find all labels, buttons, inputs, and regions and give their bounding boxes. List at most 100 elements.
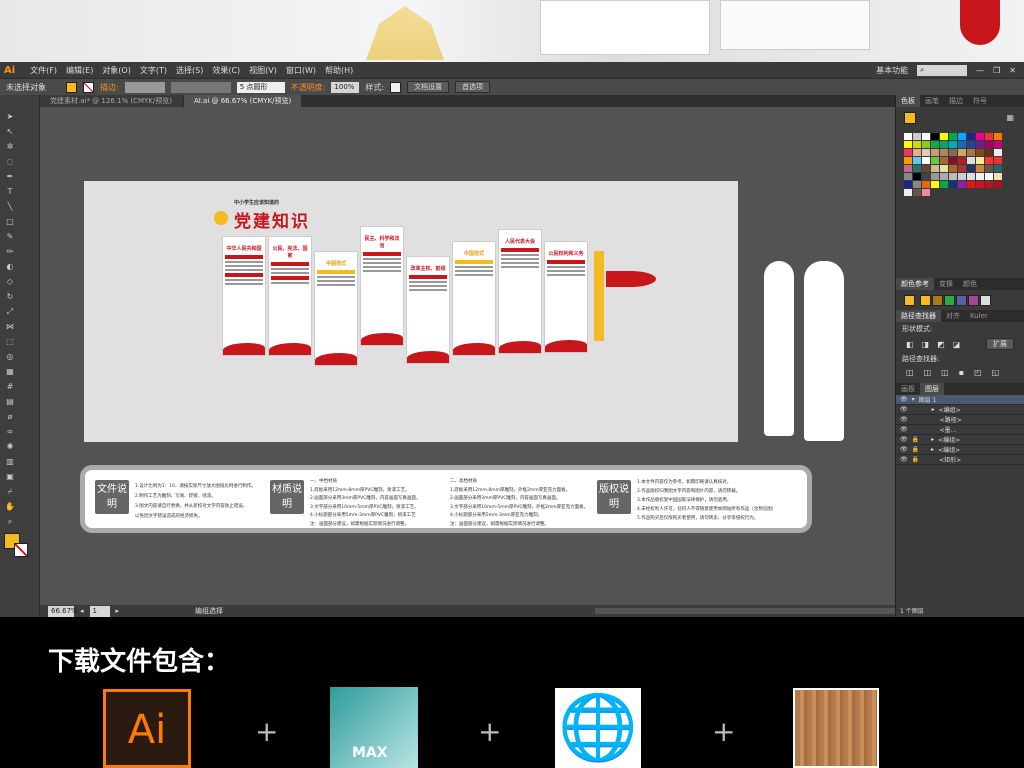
color-swatch[interactable]	[913, 181, 921, 188]
color-swatch[interactable]	[976, 181, 984, 188]
color-swatch[interactable]	[904, 189, 912, 196]
color-swatch[interactable]	[994, 141, 1002, 148]
workspace-switcher[interactable]: 基本功能	[876, 65, 908, 76]
color-swatch[interactable]	[967, 165, 975, 172]
tab-stroke[interactable]: 描边	[944, 95, 968, 107]
document-setup-button[interactable]: 文档设置	[407, 81, 450, 93]
color-swatch[interactable]	[958, 133, 966, 140]
gradient-tool-icon[interactable]: ▤	[3, 396, 17, 407]
menu-edit[interactable]: 编辑(E)	[66, 65, 93, 76]
mesh-tool-icon[interactable]: #	[3, 381, 17, 392]
close-button[interactable]: ✕	[1009, 66, 1016, 75]
color-swatch[interactable]	[976, 141, 984, 148]
layer-row[interactable]: 👁 <路径>	[896, 415, 1024, 425]
layer-row[interactable]: 👁 <墨...	[896, 425, 1024, 435]
outline-icon[interactable]: ◰	[974, 368, 982, 377]
color-swatch[interactable]	[976, 157, 984, 164]
swatch-grid[interactable]	[896, 131, 1024, 198]
stroke-weight-field[interactable]	[124, 81, 165, 93]
color-swatch[interactable]	[958, 157, 966, 164]
brush-tool-icon[interactable]: ✎	[3, 231, 17, 242]
crop-icon[interactable]: ▪	[959, 368, 964, 377]
opacity-field[interactable]: 100%	[331, 81, 360, 93]
direct-selection-tool-icon[interactable]: ↖	[3, 126, 17, 137]
scale-tool-icon[interactable]: ⤢	[3, 306, 17, 317]
shape-builder-tool-icon[interactable]: ◎	[3, 351, 17, 362]
color-swatch[interactable]	[940, 165, 948, 172]
eraser-tool-icon[interactable]: ◇	[3, 276, 17, 287]
color-swatch[interactable]	[985, 181, 993, 188]
color-swatch[interactable]	[958, 173, 966, 180]
color-swatch[interactable]	[931, 149, 939, 156]
color-swatch[interactable]	[949, 165, 957, 172]
tab-transform[interactable]: 变换	[934, 278, 958, 290]
color-swatch[interactable]	[940, 141, 948, 148]
layer-row[interactable]: 👁 ▾ 图层 1	[896, 395, 1024, 405]
lasso-tool-icon[interactable]: ◌	[3, 156, 17, 167]
color-swatch[interactable]	[940, 157, 948, 164]
symbol-sprayer-tool-icon[interactable]: ✺	[3, 441, 17, 452]
menu-view[interactable]: 视图(V)	[249, 65, 277, 76]
trim-icon[interactable]: ◫	[924, 368, 932, 377]
color-swatch[interactable]	[994, 173, 1002, 180]
brush-select[interactable]: 5 点圆形	[236, 81, 285, 93]
color-swatch[interactable]	[913, 189, 921, 196]
blend-tool-icon[interactable]: ∞	[3, 426, 17, 437]
menu-help[interactable]: 帮助(H)	[325, 65, 353, 76]
artboard-tool-icon[interactable]: ▣	[3, 471, 17, 482]
color-swatch[interactable]	[994, 181, 1002, 188]
rectangle-tool-icon[interactable]: □	[3, 216, 17, 227]
color-swatch[interactable]	[904, 165, 912, 172]
slice-tool-icon[interactable]: ⌿	[3, 486, 17, 497]
zoom-field[interactable]: 66.67%	[48, 605, 78, 617]
color-swatch[interactable]	[904, 173, 912, 180]
menu-select[interactable]: 选择(S)	[176, 65, 203, 76]
color-swatch[interactable]	[985, 157, 993, 164]
layer-row[interactable]: 👁 🔒 ▸ <编组>	[896, 445, 1024, 455]
tab-symbols[interactable]: 符号	[968, 95, 992, 107]
color-swatch[interactable]	[904, 149, 912, 156]
graph-tool-icon[interactable]: ▥	[3, 456, 17, 467]
artboard[interactable]: 中小学生应该知道的 党建知识 中华人民共和国 公民、宪法、国家 中国范式 民主、…	[84, 181, 844, 442]
color-swatch[interactable]	[949, 173, 957, 180]
fill-swatch[interactable]	[66, 81, 77, 93]
eyedropper-tool-icon[interactable]: ⌀	[3, 411, 17, 422]
color-swatch[interactable]	[922, 173, 930, 180]
color-swatch[interactable]	[922, 157, 930, 164]
hand-tool-icon[interactable]: ✋	[3, 501, 17, 512]
rotate-tool-icon[interactable]: ↻	[3, 291, 17, 302]
minus-front-icon[interactable]: ◨	[922, 340, 930, 349]
color-swatch[interactable]	[940, 173, 948, 180]
type-tool-icon[interactable]: T	[3, 186, 17, 197]
selection-tool-icon[interactable]: ➤	[3, 111, 17, 122]
color-swatch[interactable]	[976, 149, 984, 156]
unite-icon[interactable]: ◧	[906, 340, 914, 349]
color-swatch[interactable]	[922, 149, 930, 156]
color-swatch[interactable]	[931, 173, 939, 180]
color-swatch[interactable]	[904, 181, 912, 188]
tab-pathfinder[interactable]: 路径查找器	[896, 310, 941, 322]
tab-document-1[interactable]: 党建素材.ai* @ 126.1% (CMYK/预览)	[40, 95, 182, 107]
color-swatch[interactable]	[967, 173, 975, 180]
minus-back-icon[interactable]: ◱	[992, 368, 1000, 377]
menu-file[interactable]: 文件(F)	[30, 65, 57, 76]
color-swatch[interactable]	[994, 133, 1002, 140]
line-tool-icon[interactable]: ╲	[3, 201, 17, 212]
menu-type[interactable]: 文字(T)	[140, 65, 167, 76]
color-swatch[interactable]	[904, 133, 912, 140]
layer-row[interactable]: 👁 🔒 <矩形>	[896, 455, 1024, 465]
prev-artboard-icon[interactable]: ◂	[80, 607, 84, 615]
preferences-button[interactable]: 首选项	[455, 81, 491, 93]
color-swatch[interactable]	[922, 181, 930, 188]
color-swatch[interactable]	[940, 149, 948, 156]
color-swatch[interactable]	[958, 165, 966, 172]
color-swatch[interactable]	[931, 141, 939, 148]
variable-width-field[interactable]	[170, 81, 231, 93]
expand-button[interactable]: 扩展	[986, 338, 1014, 350]
layer-row[interactable]: 👁 🔒 ▸ <编组>	[896, 435, 1024, 445]
color-swatch[interactable]	[976, 165, 984, 172]
color-swatch[interactable]	[994, 165, 1002, 172]
color-swatch[interactable]	[931, 157, 939, 164]
color-swatch[interactable]	[949, 133, 957, 140]
status-mode[interactable]: 编组选择	[195, 606, 223, 616]
